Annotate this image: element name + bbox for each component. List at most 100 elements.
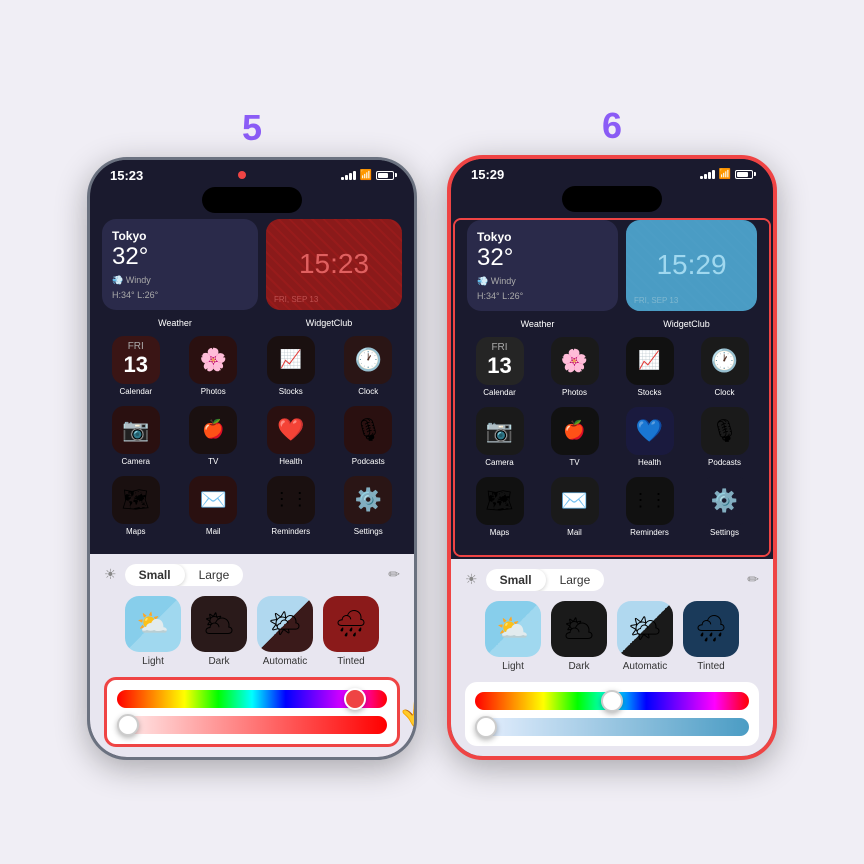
phone5-calendar-app[interactable]: FRI 13 Calendar <box>102 336 170 396</box>
phone5-health-app[interactable]: ❤️ Health <box>257 406 325 466</box>
phone5-hue-thumb[interactable] <box>344 688 366 710</box>
phone6-camera-label: Camera <box>485 458 513 467</box>
phone5-podcasts-app[interactable]: 🎙 Podcasts <box>335 406 403 466</box>
signal-bar-4 <box>712 170 715 179</box>
phone5-theme-dark[interactable]: 🌥 Dark <box>191 596 247 667</box>
signal-bar-2 <box>704 174 707 179</box>
phone6-camera-app[interactable]: 📷 Camera <box>467 407 532 467</box>
phone6-widget-labels: Weather WidgetClub <box>467 319 757 329</box>
phone5-weather-widget: Tokyo 32° 💨 Windy H:34° L:26° <box>102 219 258 310</box>
phone6-hue-track[interactable] <box>475 692 749 710</box>
phone6-theme-tinted-label: Tinted <box>697 661 724 672</box>
phone6-tv-app[interactable]: 🍎 TV <box>542 407 607 467</box>
phone5-settings-icon: ⚙️ <box>344 476 392 524</box>
phone5-sat-slider-row <box>117 716 387 734</box>
phone5-reminders-app[interactable]: ⋮⋮ Reminders <box>257 476 325 536</box>
phone6-reminders-icon: ⋮⋮ <box>626 477 674 525</box>
signal-bar-2 <box>345 175 348 180</box>
phone5-theme-tinted[interactable]: 🌧 Tinted <box>323 596 379 667</box>
phone5-camera-icon: 📷 <box>112 406 160 454</box>
phone5-wrapper: 5 15:23 📶 <box>87 107 417 760</box>
phone6-theme-dark-icon: 🌥 <box>551 601 607 657</box>
phone6-clock-app[interactable]: 🕐 Clock <box>692 337 757 397</box>
step5-label: 5 <box>242 107 262 149</box>
phone5-theme-auto[interactable]: 🌤 Automatic <box>257 596 313 667</box>
phone6-theme-light[interactable]: ⛅ Light <box>485 601 541 672</box>
phone5-calendar-icon: FRI 13 <box>112 336 160 384</box>
phone6-small-btn[interactable]: Small <box>486 569 546 591</box>
phone5-theme-auto-label: Automatic <box>263 656 307 667</box>
phone6-mail-label: Mail <box>567 528 582 537</box>
phone6-weather-wind: 💨 Windy <box>477 276 608 287</box>
phone6-hue-thumb[interactable] <box>601 690 623 712</box>
phone5-podcasts-icon: 🎙 <box>344 406 392 454</box>
phone6-sat-thumb[interactable] <box>475 716 497 738</box>
phone5-settings-app[interactable]: ⚙️ Settings <box>335 476 403 536</box>
signal-bar-4 <box>353 171 356 180</box>
phone5-clock-app[interactable]: 🕐 Clock <box>335 336 403 396</box>
phone5-wifi-icon: 📶 <box>360 170 372 181</box>
phone5-clock-date: FRI, SEP 13 <box>274 295 318 304</box>
phone6-size-left: ☀ Small Large <box>465 569 604 591</box>
phone5-sat-track[interactable] <box>117 716 387 734</box>
phone5-battery-fill <box>378 173 389 178</box>
phone6-health-app[interactable]: 💙 Health <box>617 407 682 467</box>
phone6-clock-label: Clock <box>714 388 734 397</box>
phone6-signal <box>700 169 715 179</box>
phone6-app-grid: FRI 13 Calendar 🌸 <box>467 337 757 537</box>
phone6-stocks-label: Stocks <box>637 388 661 397</box>
phone6-theme-auto-icon: 🌤 <box>617 601 673 657</box>
phone6-bottom-panel: ☀ Small Large ✏ ⛅ <box>451 559 773 756</box>
phone6-health-icon: 💙 <box>626 407 674 455</box>
phone5-sliders-box: 🤚 <box>104 677 400 747</box>
phone6-theme-dark[interactable]: 🌥 Dark <box>551 601 607 672</box>
phone6-stocks-app[interactable]: 📈 Stocks <box>617 337 682 397</box>
phone5-mail-icon: ✉️ <box>189 476 237 524</box>
phone6-size-btn-group: Small Large <box>486 569 605 591</box>
phone6-podcasts-app[interactable]: 🎙 Podcasts <box>692 407 757 467</box>
phone5-status-bar: 15:23 📶 <box>90 160 414 187</box>
phone6-size-controls: ☀ Small Large ✏ <box>465 569 759 591</box>
phone5-eyedropper-icon[interactable]: ✏ <box>388 566 400 583</box>
phone5-podcasts-label: Podcasts <box>352 457 385 466</box>
phone5-hue-track[interactable] <box>117 690 387 708</box>
phone6-calendar-app[interactable]: FRI 13 Calendar <box>467 337 532 397</box>
phone6-settings-app[interactable]: ⚙️ Settings <box>692 477 757 537</box>
phone5-tv-icon: 🍎 <box>189 406 237 454</box>
phone6-maps-app[interactable]: 🗺 Maps <box>467 477 532 537</box>
phone5-sat-thumb[interactable] <box>117 714 139 736</box>
phone5-container: 15:23 📶 <box>87 157 417 760</box>
phone5-maps-app[interactable]: 🗺 Maps <box>102 476 170 536</box>
phone6-theme-tinted[interactable]: 🌧 Tinted <box>683 601 739 672</box>
phone5-calendar-label: Calendar <box>120 387 152 396</box>
phone5-size-btn-group: Small Large <box>125 564 244 586</box>
phone5-camera-app[interactable]: 📷 Camera <box>102 406 170 466</box>
phone6-mail-app[interactable]: ✉️ Mail <box>542 477 607 537</box>
phone5-clock-widget: 15:23 FRI, SEP 13 <box>266 219 402 310</box>
phone6-photos-app[interactable]: 🌸 Photos <box>542 337 607 397</box>
phone6-sun-icon: ☀ <box>465 571 478 588</box>
phone6-hue-slider-row <box>475 692 749 710</box>
phone5-large-btn[interactable]: Large <box>185 564 244 586</box>
phone5-photos-app[interactable]: 🌸 Photos <box>180 336 248 396</box>
phone5-tv-app[interactable]: 🍎 TV <box>180 406 248 466</box>
phone5-mail-app[interactable]: ✉️ Mail <box>180 476 248 536</box>
phone6-large-btn[interactable]: Large <box>546 569 605 591</box>
phone5-stocks-app[interactable]: 📈 Stocks <box>257 336 325 396</box>
phone6-sat-track[interactable] <box>475 718 749 736</box>
phone5-stocks-label: Stocks <box>279 387 303 396</box>
phone6-eyedropper-icon[interactable]: ✏ <box>747 571 759 588</box>
phone5-theme-light-icon: ⛅ <box>125 596 181 652</box>
phone5-time: 15:23 <box>110 168 143 183</box>
phone6-theme-dark-label: Dark <box>568 661 589 672</box>
phone6-clock-date: FRI, SEP 13 <box>634 296 678 305</box>
phone6-reminders-app[interactable]: ⋮⋮ Reminders <box>617 477 682 537</box>
phone6-theme-auto[interactable]: 🌤 Automatic <box>617 601 673 672</box>
phone5-clock-label: WidgetClub <box>256 318 402 328</box>
phone5-screen: Tokyo 32° 💨 Windy H:34° L:26° 15:23 FRI,… <box>90 219 414 554</box>
phone6-weather-widget: Tokyo 32° 💨 Windy H:34° L:26° <box>467 220 618 311</box>
phone6-sat-slider-row <box>475 718 749 736</box>
phone5-theme-light[interactable]: ⛅ Light <box>125 596 181 667</box>
phone5-maps-label: Maps <box>126 527 146 536</box>
phone5-small-btn[interactable]: Small <box>125 564 185 586</box>
